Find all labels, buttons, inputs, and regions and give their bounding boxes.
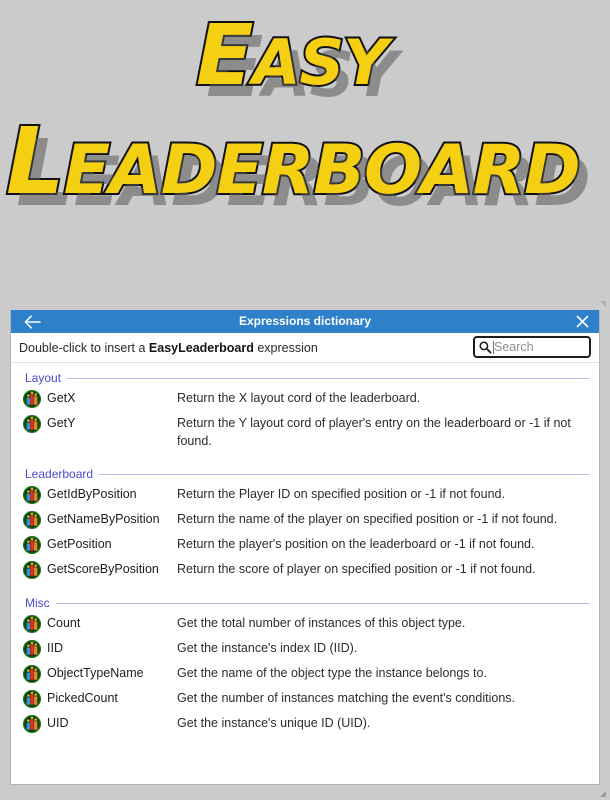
expression-description: Get the number of instances matching the… xyxy=(177,691,515,705)
expression-group: Layout GetX Return the X layout cord of th… xyxy=(11,369,599,453)
expression-name: GetIdByPosition xyxy=(47,487,137,501)
window-corner-mark-icon xyxy=(600,301,606,307)
search-icon xyxy=(479,341,492,354)
expression-row[interactable]: GetNameByPosition Return the name of the … xyxy=(11,507,599,532)
close-button[interactable] xyxy=(571,310,593,333)
expression-row[interactable]: GetX Return the X layout cord of the lead… xyxy=(11,386,599,411)
leaderboard-object-icon xyxy=(23,415,41,433)
logo-text-eaderboard: EADERBOARD xyxy=(62,129,583,212)
expression-row[interactable]: GetIdByPosition Return the Player ID on s… xyxy=(11,482,599,507)
expression-description: Return the name of the player on specifi… xyxy=(177,512,558,526)
expression-name: GetScoreByPosition xyxy=(47,562,159,576)
expression-group: Misc Count Get the total number of instanc… xyxy=(11,594,599,736)
dialog-title: Expressions dictionary xyxy=(238,314,372,328)
leaderboard-object-icon xyxy=(23,390,41,408)
expression-row[interactable]: PickedCount Get the number of instances m… xyxy=(11,686,599,711)
group-title: Misc xyxy=(25,596,50,610)
leaderboard-object-icon xyxy=(23,615,41,633)
expression-description: Return the player's position on the lead… xyxy=(177,537,535,551)
expression-name: GetY xyxy=(47,416,76,430)
object-name: EasyLeaderboard xyxy=(148,340,254,355)
expression-group: Leaderboard GetIdByPosition Return the Pla… xyxy=(11,465,599,582)
dialog-info-row: Double-click to insert a EasyLeaderboard… xyxy=(11,333,599,363)
leaderboard-object-icon xyxy=(23,561,41,579)
expression-row[interactable]: ObjectTypeName Get the name of the object… xyxy=(11,661,599,686)
logo-text-asy: ASY xyxy=(250,24,390,101)
app-logo-banner: EASY LEADERBOARD xyxy=(0,0,610,300)
expression-name: ObjectTypeName xyxy=(47,666,144,680)
logo-letter-l: L xyxy=(4,106,67,217)
group-header: Leaderboard xyxy=(11,465,599,482)
expression-description: Get the instance's index ID (IID). xyxy=(177,641,358,655)
leaderboard-object-icon xyxy=(23,511,41,529)
expression-name: IID xyxy=(47,641,63,655)
expression-row[interactable]: IID Get the instance's index ID (IID). xyxy=(11,636,599,661)
leaderboard-object-icon xyxy=(23,486,41,504)
group-header: Layout xyxy=(11,369,599,386)
expression-row[interactable]: Count Get the total number of instances o… xyxy=(11,611,599,636)
instruction-suffix: expression xyxy=(253,340,318,355)
expression-name: GetNameByPosition xyxy=(47,512,160,526)
expression-description: Get the total number of instances of thi… xyxy=(177,616,466,630)
group-divider xyxy=(67,377,589,379)
expression-name: GetX xyxy=(47,391,76,405)
expressions-list[interactable]: Layout GetX Return the X layout cord of th… xyxy=(11,363,599,784)
group-title: Layout xyxy=(25,371,62,385)
logo-line-easy: EASY xyxy=(194,4,390,106)
leaderboard-object-icon xyxy=(23,715,41,733)
window-bottom-strip xyxy=(0,785,610,800)
expression-row[interactable]: UID Get the instance's unique ID (UID). xyxy=(11,711,599,736)
leaderboard-object-icon xyxy=(23,690,41,708)
leaderboard-object-icon xyxy=(23,536,41,554)
close-icon xyxy=(576,315,588,328)
expression-description: Return the Player ID on specified positi… xyxy=(177,487,505,501)
expressions-dictionary-dialog: Expressions dictionary Double-click to i… xyxy=(10,310,600,785)
group-header: Misc xyxy=(11,594,599,611)
group-title: Leaderboard xyxy=(25,467,94,481)
group-divider xyxy=(99,473,589,475)
logo-line-leaderboard: LEADERBOARD xyxy=(4,106,583,217)
logo-letter-e: E xyxy=(194,4,255,106)
leaderboard-object-icon xyxy=(23,665,41,683)
resize-grip-icon[interactable] xyxy=(599,790,607,798)
group-divider xyxy=(55,602,589,604)
expression-name: GetPosition xyxy=(47,537,112,551)
expression-name: UID xyxy=(47,716,69,730)
search-box[interactable] xyxy=(473,336,591,358)
instruction-text: Double-click to insert a EasyLeaderboard… xyxy=(19,341,318,355)
leaderboard-object-icon xyxy=(23,640,41,658)
expression-description: Return the X layout cord of the leaderbo… xyxy=(177,391,421,405)
expression-row[interactable]: GetScoreByPosition Return the score of pl… xyxy=(11,557,599,582)
expression-row[interactable]: GetPosition Return the player's position … xyxy=(11,532,599,557)
dialog-titlebar: Expressions dictionary xyxy=(11,310,599,333)
search-input[interactable] xyxy=(493,340,585,354)
expression-name: PickedCount xyxy=(47,691,118,705)
instruction-prefix: Double-click to insert a xyxy=(19,340,149,355)
expression-description: Get the instance's unique ID (UID). xyxy=(177,716,371,730)
expression-description: Get the name of the object type the inst… xyxy=(177,666,487,680)
expression-description: Return the Y layout cord of player's ent… xyxy=(177,416,571,448)
expression-description: Return the score of player on specified … xyxy=(177,562,536,576)
expression-row[interactable]: GetY Return the Y layout cord of player's… xyxy=(11,411,599,453)
expression-name: Count xyxy=(47,616,81,630)
